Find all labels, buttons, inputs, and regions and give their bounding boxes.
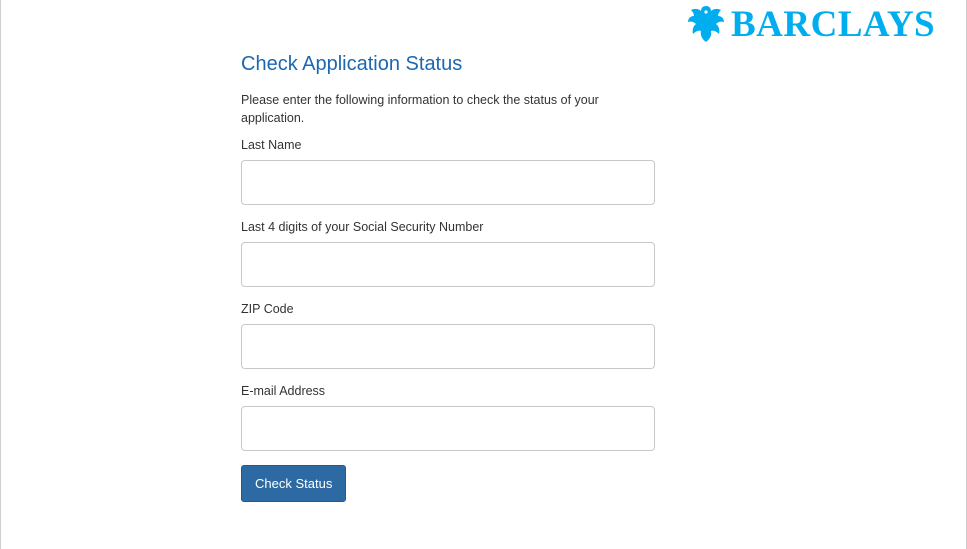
last-name-input[interactable] <box>241 160 655 205</box>
eagle-icon <box>688 6 724 42</box>
status-form: Check Application Status Please enter th… <box>241 50 656 502</box>
email-label: E-mail Address <box>241 384 326 398</box>
page-title: Check Application Status <box>241 53 463 75</box>
ssn-last4-input[interactable] <box>241 242 655 287</box>
email-input[interactable] <box>241 406 655 451</box>
zip-code-input[interactable] <box>241 324 655 369</box>
barclays-logo[interactable]: BARCLAYS <box>687 3 935 45</box>
ssn-last4-label: Last 4 digits of your Social Security Nu… <box>241 220 484 234</box>
page: BARCLAYS Check Application Status Please… <box>0 0 967 549</box>
check-status-button[interactable]: Check Status <box>241 465 347 502</box>
brand-wordmark: BARCLAYS <box>731 3 936 45</box>
intro-text: Please enter the following information t… <box>241 93 599 125</box>
zip-code-label: ZIP Code <box>241 302 294 316</box>
last-name-label: Last Name <box>241 138 302 152</box>
